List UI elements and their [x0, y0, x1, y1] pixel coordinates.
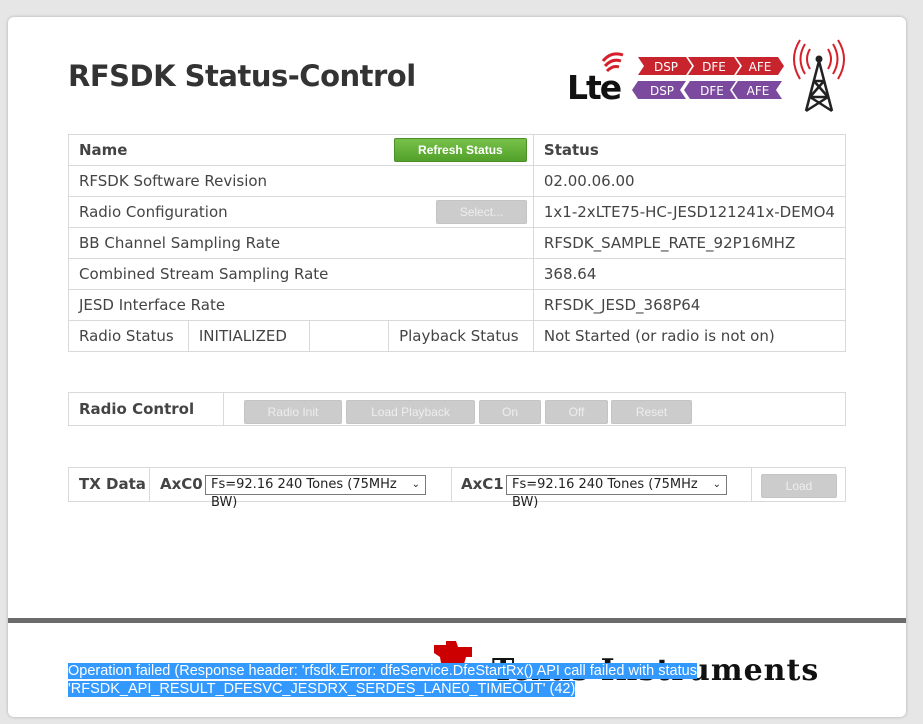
radio-control-label: Radio Control — [69, 393, 224, 425]
chevron-bottom-dfe: DFE — [700, 84, 724, 98]
main-card: RFSDK Status-Control Lte DSP DFE AFE DSP… — [8, 17, 906, 717]
row-name: BB Channel Sampling Rate — [68, 227, 534, 259]
name-column-header: Name Refresh Status — [68, 134, 534, 166]
error-message: Operation failed (Response header: 'rfsd… — [68, 662, 708, 698]
row-name: Radio Configuration — [79, 203, 228, 221]
row-value: 02.00.06.00 — [532, 165, 847, 197]
axc0-selected-value: Fs=92.16 240 Tones (75MHz BW) — [211, 477, 397, 510]
axc1-cell: AxC1 Fs=92.16 240 Tones (75MHz BW) ⌄ — [452, 468, 752, 510]
chevron-down-icon: ⌄ — [411, 479, 420, 490]
axc1-select[interactable]: Fs=92.16 240 Tones (75MHz BW) ⌄ — [506, 475, 727, 510]
radio-tower-icon — [793, 39, 845, 113]
row-name: JESD Interface Rate — [68, 289, 534, 321]
table-row: Combined Stream Sampling Rate 368.64 — [68, 258, 847, 290]
playback-status-label: Playback Status — [388, 320, 534, 352]
load-playback-button[interactable]: Load Playback — [346, 400, 475, 424]
radio-control-panel: Radio Control Radio Init Load Playback O… — [68, 392, 846, 426]
row-value: 1x1-2xLTE75-HC-JESD121241x-DEMO4 — [532, 196, 847, 228]
axc1-label: AxC1 — [461, 475, 504, 493]
tx-data-panel: TX Data AxC0 Fs=92.16 240 Tones (75MHz B… — [68, 467, 846, 510]
table-row: RFSDK Software Revision 02.00.06.00 — [68, 165, 847, 197]
error-message-text: Operation failed (Response header: 'rfsd… — [68, 663, 697, 697]
status-table-header: Name Refresh Status Status — [68, 134, 847, 166]
reset-button[interactable]: Reset — [611, 400, 692, 424]
table-row: JESD Interface Rate RFSDK_JESD_368P64 — [68, 289, 847, 321]
chevron-top-dsp: DSP — [654, 60, 678, 74]
chevron-down-icon: ⌄ — [712, 479, 721, 490]
row-value: RFSDK_JESD_368P64 — [532, 289, 847, 321]
table-row-status: Radio Status INITIALIZED Playback Status… — [68, 320, 847, 352]
status-table: Name Refresh Status Status RFSDK Softwar… — [68, 134, 847, 352]
row-name: RFSDK Software Revision — [68, 165, 534, 197]
empty-cell — [308, 320, 390, 352]
axc1-selected-value: Fs=92.16 240 Tones (75MHz BW) — [512, 477, 698, 510]
radio-init-button[interactable]: Radio Init — [244, 400, 342, 424]
off-button[interactable]: Off — [545, 400, 608, 424]
refresh-status-button[interactable]: Refresh Status — [393, 138, 527, 162]
row-name-cell: Radio Configuration Select... — [68, 196, 534, 228]
chevron-bottom-dsp: DSP — [650, 84, 674, 98]
on-button[interactable]: On — [479, 400, 541, 424]
radio-status-label: Radio Status — [68, 320, 189, 352]
chevron-top-dfe: DFE — [702, 60, 726, 74]
row-value: 368.64 — [532, 258, 847, 290]
chevron-bottom-afe: AFE — [747, 84, 770, 98]
axc0-label: AxC0 — [160, 475, 203, 493]
lte-logo: Lte — [567, 52, 624, 103]
radio-status-value: INITIALIZED — [187, 320, 310, 352]
row-name: Combined Stream Sampling Rate — [68, 258, 534, 290]
playback-status-value: Not Started (or radio is not on) — [532, 320, 847, 352]
status-column-header: Status — [532, 134, 847, 166]
table-row: Radio Configuration Select... 1x1-2xLTE7… — [68, 196, 847, 228]
tx-data-label: TX Data — [69, 468, 150, 501]
page-title: RFSDK Status-Control — [68, 59, 416, 93]
dsp-dfe-afe-logo: DSP DFE AFE DSP DFE AFE — [632, 57, 784, 99]
axc0-select[interactable]: Fs=92.16 240 Tones (75MHz BW) ⌄ — [205, 475, 426, 510]
select-config-button[interactable]: Select... — [435, 200, 527, 224]
row-value: RFSDK_SAMPLE_RATE_92P16MHZ — [532, 227, 847, 259]
name-header-label: Name — [79, 141, 128, 159]
table-row: BB Channel Sampling Rate RFSDK_SAMPLE_RA… — [68, 227, 847, 259]
load-button[interactable]: Load — [761, 474, 837, 498]
chevron-top-afe: AFE — [749, 60, 772, 74]
axc0-cell: AxC0 Fs=92.16 240 Tones (75MHz BW) ⌄ — [150, 468, 452, 510]
lte-logo-text: Lte — [567, 68, 621, 103]
footer-divider — [8, 618, 906, 623]
